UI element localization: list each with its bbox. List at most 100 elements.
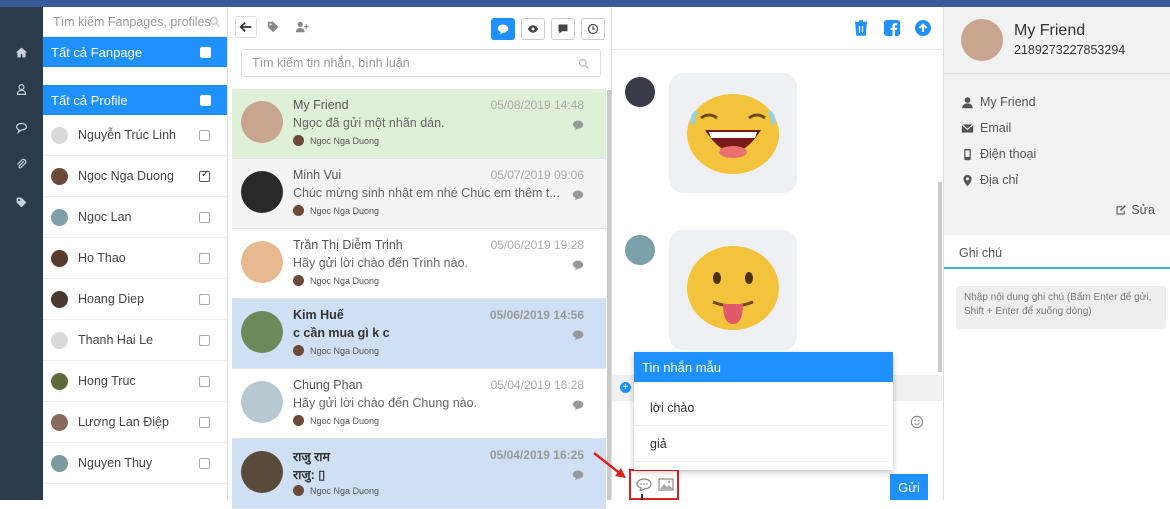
conversation-item[interactable]: Chung Phan 05/04/2019 16:28 Hãy gửi lời ch… <box>232 369 606 439</box>
edit-label: Sửa <box>1131 203 1155 217</box>
profile-checkbox[interactable] <box>199 294 210 305</box>
comment-icon[interactable] <box>0 117 43 137</box>
profile-checkbox[interactable] <box>199 335 210 346</box>
filter-comments-button[interactable] <box>551 18 575 40</box>
note-input[interactable]: Nhập nội dung ghi chú (Bấm Enter để gửi,… <box>956 286 1166 329</box>
profile-checkbox[interactable] <box>199 169 210 182</box>
conversation-page-name: Ngoc Nga Duong <box>310 415 380 426</box>
conversation-snippet: Chúc mừng sinh nhật em nhé Chúc em thêm … <box>293 186 560 200</box>
filter-seen-button[interactable] <box>521 18 545 40</box>
all-profile-item[interactable]: Tất cả Profile <box>43 85 227 115</box>
profile-list-item[interactable]: Lương Lan Điệp <box>43 402 227 443</box>
back-button[interactable] <box>235 16 257 38</box>
profile-checkbox[interactable] <box>199 458 210 469</box>
conversation-page-name: Ngoc Nga Duong <box>310 345 380 356</box>
emoji-icon[interactable] <box>910 415 924 429</box>
filter-pending-button[interactable] <box>581 18 605 40</box>
conversation-page-name: Ngoc Nga Duong <box>310 205 380 216</box>
profile-checkbox[interactable] <box>199 130 210 141</box>
conversation-name: राजु राम <box>293 450 330 464</box>
profile-list-item[interactable]: Ngoc Nga Duong <box>43 156 227 197</box>
profile-checkbox[interactable] <box>199 417 210 428</box>
conversation-scrollbar[interactable] <box>607 90 611 500</box>
conversation-item[interactable]: Minh Vui 05/07/2019 09:06 Chúc mừng sinh n… <box>232 159 606 229</box>
profile-name-row: My Friend <box>961 95 1036 109</box>
profile-phone-row[interactable]: Điện thoại <box>961 147 1036 161</box>
send-button[interactable]: Gửi <box>890 474 928 500</box>
profile-checkbox[interactable] <box>199 253 210 264</box>
add-icon[interactable]: + <box>620 382 631 393</box>
profile-address-row[interactable]: Địa chỉ <box>961 173 1018 187</box>
profile-info: My Friend 2189273227853294 My Friend Ema… <box>944 7 1170 235</box>
avatar <box>293 345 304 356</box>
sender-avatar <box>625 77 655 107</box>
comment-icon <box>558 24 568 34</box>
profile-list-item[interactable]: Thanh Hai Le <box>43 320 227 361</box>
image-icon[interactable] <box>658 478 674 491</box>
tag-filter-button[interactable] <box>263 16 285 38</box>
profile-list-item[interactable]: Nguyen Thuy <box>43 443 227 484</box>
conversation-item[interactable]: Kim Huế 05/06/2019 14:56 c cần mua gì k c N… <box>232 299 606 369</box>
home-icon[interactable] <box>0 42 43 62</box>
profile-checkbox[interactable] <box>199 212 210 223</box>
chat-scrollbar[interactable] <box>938 182 942 372</box>
filter-messages-button[interactable] <box>491 18 515 40</box>
edit-icon <box>1116 205 1127 215</box>
conversation-item[interactable]: राजु राम 05/04/2019 16:25 राजु: ▯ Ngoc Nga … <box>232 439 606 509</box>
avatar <box>293 275 304 286</box>
template-message-icon[interactable] <box>636 478 652 491</box>
user-icon <box>962 96 973 108</box>
conversation-page-name: Ngoc Nga Duong <box>310 485 380 496</box>
conversation-search-input[interactable]: Tìm kiếm tin nhắn, bình luận <box>241 49 601 77</box>
conversation-item[interactable]: My Friend 05/08/2019 14:48 Ngọc đã gửi một… <box>232 89 606 159</box>
message-icon <box>572 260 584 271</box>
conversation-name: My Friend <box>293 98 349 112</box>
profile-list-item[interactable]: Ngoc Lan <box>43 197 227 238</box>
conversation-item[interactable]: Trần Thị Diễm Trinh 05/06/2019 19:28 Hãy g… <box>232 229 606 299</box>
profile-list-item[interactable]: Hoang Diep <box>43 279 227 320</box>
profile-checkbox[interactable] <box>199 376 210 387</box>
tags-icon[interactable] <box>0 192 43 212</box>
note-tab[interactable]: Ghi chú <box>944 239 1170 269</box>
all-profile-checkbox[interactable] <box>200 95 211 106</box>
profile-panel: My Friend 2189273227853294 My Friend Ema… <box>943 7 1170 500</box>
conversation-toolbar <box>229 7 611 47</box>
profile-list-item[interactable]: Hong Truc <box>43 361 227 402</box>
profile-list-name: Thanh Hai Le <box>78 333 154 347</box>
profile-email-row[interactable]: Email <box>961 121 1011 135</box>
page-search-input[interactable]: Tìm kiếm Fanpages, profiles <box>43 7 227 37</box>
profile-name: My Friend <box>1014 22 1086 39</box>
all-fanpage-item[interactable]: Tất cả Fanpage <box>43 37 227 67</box>
conversation-page: Ngoc Nga Duong <box>293 135 379 146</box>
user-plus-icon <box>295 21 309 33</box>
sender-avatar <box>625 235 655 265</box>
avatar <box>51 413 68 431</box>
paperclip-icon[interactable] <box>0 154 43 174</box>
user-icon[interactable] <box>0 79 43 99</box>
conversation-search-placeholder: Tìm kiếm tin nhắn, bình luận <box>252 56 410 70</box>
profile-list-name: Ho Thao <box>78 251 126 265</box>
conversation-snippet: Hãy gửi lời chào đến Trinh nào. <box>293 256 468 270</box>
profile-list-item[interactable]: Ho Thao <box>43 238 227 279</box>
profile-phone-field: Điện thoại <box>980 147 1037 161</box>
arrow-up-circle-icon[interactable] <box>915 20 931 36</box>
divider <box>944 73 1170 74</box>
facebook-icon[interactable] <box>884 20 900 36</box>
top-bar <box>0 0 1170 7</box>
edit-profile-button[interactable]: Sửa <box>1115 203 1155 217</box>
conversation-panel: Tìm kiếm tin nhắn, bình luận My Friend 05… <box>229 7 612 509</box>
trash-icon[interactable] <box>853 20 869 36</box>
avatar <box>241 171 283 213</box>
message-icon <box>572 190 584 201</box>
assign-user-button[interactable] <box>291 16 313 38</box>
conversation-page: Ngoc Nga Duong <box>293 485 379 496</box>
template-item[interactable]: giả <box>634 426 887 462</box>
template-item[interactable]: lời chào <box>634 390 887 426</box>
search-icon <box>578 58 589 69</box>
all-fanpage-checkbox[interactable] <box>200 47 211 58</box>
profile-list-item[interactable]: Nguyễn Trúc Linh <box>43 115 227 156</box>
conversation-date: 05/08/2019 14:48 <box>490 98 584 112</box>
phone-icon <box>964 148 971 160</box>
conversation-page-name: Ngoc Nga Duong <box>310 135 380 146</box>
message-icon <box>572 120 584 131</box>
